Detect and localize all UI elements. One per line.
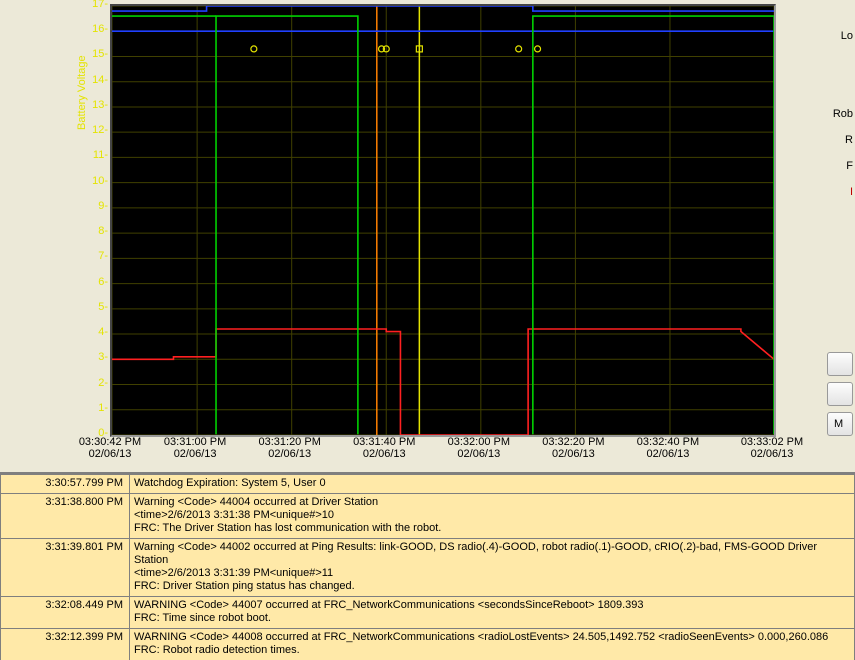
x-tick: 03:32:00 PM02/06/13 [439,436,519,460]
x-tick-labels: 03:30:42 PM02/06/1303:31:00 PM02/06/1303… [110,436,772,466]
y-tick: 15- [86,48,108,60]
y-tick: 4- [86,326,108,338]
y-tick: 5- [86,301,108,313]
side-button-3[interactable]: M [827,412,853,436]
side-button-1[interactable] [827,352,853,376]
log-message: Warning <Code> 44002 occurred at Ping Re… [130,539,855,597]
x-tick: 03:33:02 PM02/06/13 [732,436,812,460]
y-tick: 17- [86,0,108,10]
side-rob: Rob [825,108,855,120]
x-tick: 03:31:00 PM02/06/13 [155,436,235,460]
y-tick: 3- [86,351,108,363]
y-tick: 12- [86,124,108,136]
log-message: Watchdog Expiration: System 5, User 0 [130,475,855,494]
log-panel: 3:30:57.799 PMWatchdog Expiration: Syste… [0,472,855,660]
x-tick: 03:30:42 PM02/06/13 [70,436,150,460]
y-tick: 2- [86,377,108,389]
plot-svg [112,6,774,435]
log-row[interactable]: 3:31:38.800 PMWarning <Code> 44004 occur… [1,494,855,539]
y-tick: 13- [86,99,108,111]
side-r: R [825,134,855,146]
side-button-2[interactable] [827,382,853,406]
log-row[interactable]: 3:31:39.801 PMWarning <Code> 44002 occur… [1,539,855,597]
side-red: I [825,186,855,198]
y-tick: 14- [86,74,108,86]
log-timestamp: 3:30:57.799 PM [1,475,130,494]
y-tick: 7- [86,250,108,262]
x-tick: 03:32:20 PM02/06/13 [533,436,613,460]
side-lo: Lo [825,30,855,42]
side-buttons: M [827,352,855,442]
x-tick: 03:31:20 PM02/06/13 [250,436,330,460]
log-message: Warning <Code> 44004 occurred at Driver … [130,494,855,539]
log-row[interactable]: 3:32:12.399 PMWARNING <Code> 44008 occur… [1,629,855,660]
y-tick-labels: 0-1-2-3-4-5-6-7-8-9-10-11-12-13-14-15-16… [86,4,108,433]
plot-area[interactable] [110,4,776,437]
side-f: F [825,160,855,172]
log-row[interactable]: 3:32:08.449 PMWARNING <Code> 44007 occur… [1,597,855,629]
y-tick: 9- [86,200,108,212]
x-tick: 03:31:40 PM02/06/13 [344,436,424,460]
log-timestamp: 3:31:38.800 PM [1,494,130,539]
y-tick: 10- [86,175,108,187]
log-row[interactable]: 3:30:57.799 PMWatchdog Expiration: Syste… [1,475,855,494]
y-tick: 6- [86,276,108,288]
chart-panel: Battery Voltage 0-1-2-3-4-5-6-7-8-9-10-1… [0,0,855,472]
y-tick: 8- [86,225,108,237]
y-tick: 1- [86,402,108,414]
log-timestamp: 3:31:39.801 PM [1,539,130,597]
log-message: WARNING <Code> 44008 occurred at FRC_Net… [130,629,855,660]
log-timestamp: 3:32:12.399 PM [1,629,130,660]
log-message: WARNING <Code> 44007 occurred at FRC_Net… [130,597,855,629]
y-tick: 16- [86,23,108,35]
log-table: 3:30:57.799 PMWatchdog Expiration: Syste… [0,474,855,660]
side-legend: Lo Rob R F I [825,30,855,212]
log-timestamp: 3:32:08.449 PM [1,597,130,629]
y-tick: 11- [86,149,108,161]
x-tick: 03:32:40 PM02/06/13 [628,436,708,460]
